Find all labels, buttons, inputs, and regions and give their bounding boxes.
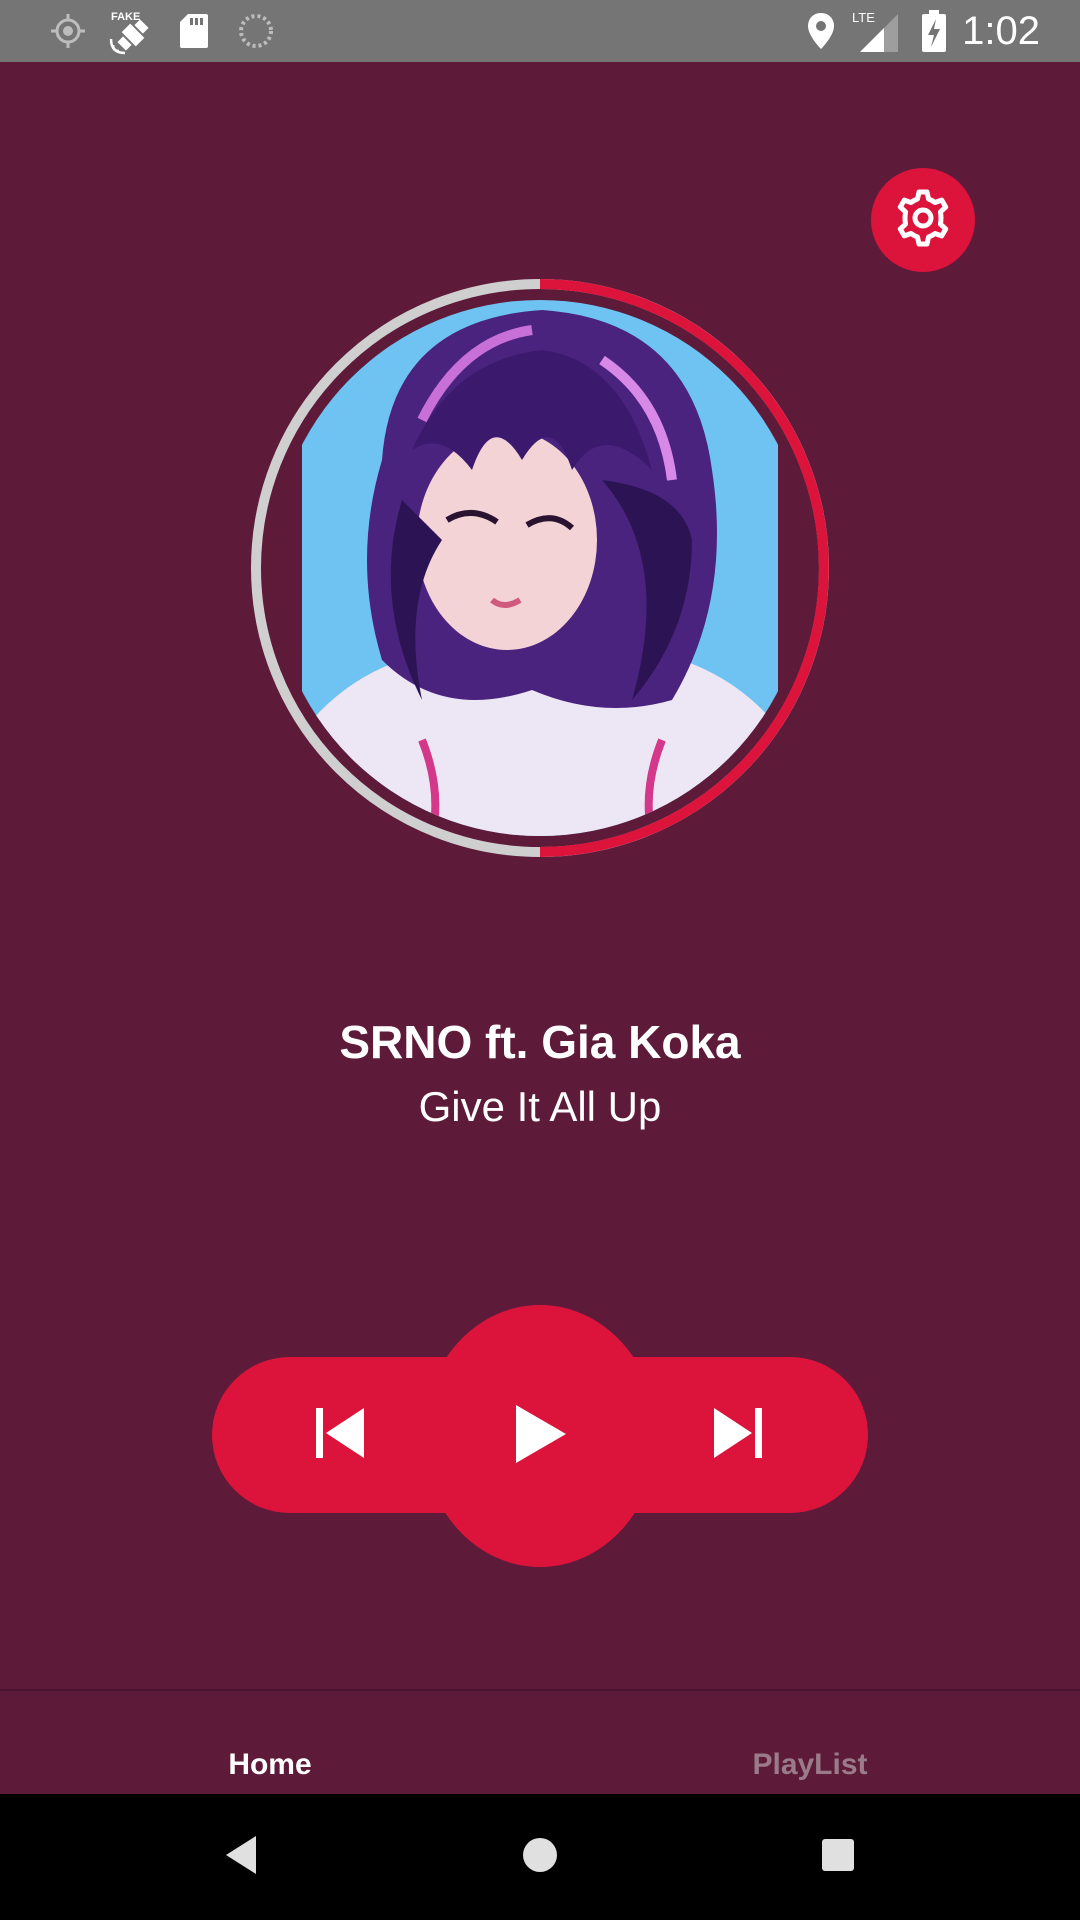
next-button[interactable] (688, 1395, 788, 1475)
nav-item-playlist[interactable]: PlayList (540, 1691, 1080, 1794)
play-button[interactable] (423, 1305, 657, 1567)
svg-text:LTE: LTE (852, 10, 875, 25)
gps-icon (48, 0, 88, 62)
status-bar: FAKE LTE 1:02 (0, 0, 1080, 62)
status-time: 1:02 (962, 9, 1040, 53)
track-artist: SRNO ft. Gia Koka (339, 1016, 741, 1068)
nav-label-playlist: PlayList (752, 1748, 868, 1781)
system-nav-bar (0, 1794, 1080, 1920)
recents-icon (820, 1837, 856, 1878)
skip-previous-icon (312, 1405, 368, 1466)
sync-icon (236, 0, 276, 62)
recents-button[interactable] (778, 1794, 898, 1920)
battery-charging-icon (918, 0, 950, 62)
album-art-container (248, 276, 832, 860)
album-art (272, 300, 808, 836)
settings-button[interactable] (871, 168, 975, 272)
svg-text:FAKE: FAKE (111, 11, 140, 23)
back-button[interactable] (182, 1794, 302, 1920)
bottom-nav: Home PlayList (0, 1691, 1080, 1794)
gear-icon (891, 186, 955, 255)
sd-card-icon (176, 0, 212, 62)
back-icon (222, 1833, 262, 1882)
nav-item-home[interactable]: Home (0, 1691, 540, 1794)
home-icon (520, 1835, 560, 1880)
lte-signal-icon: LTE (850, 0, 902, 62)
location-icon (804, 0, 838, 62)
play-icon (510, 1401, 570, 1472)
nav-label-home: Home (228, 1748, 312, 1781)
skip-next-icon (710, 1405, 766, 1466)
track-title: Give It All Up (418, 1083, 662, 1130)
fake-gps-icon: FAKE (106, 0, 156, 62)
previous-button[interactable] (290, 1395, 390, 1475)
home-button[interactable] (480, 1794, 600, 1920)
